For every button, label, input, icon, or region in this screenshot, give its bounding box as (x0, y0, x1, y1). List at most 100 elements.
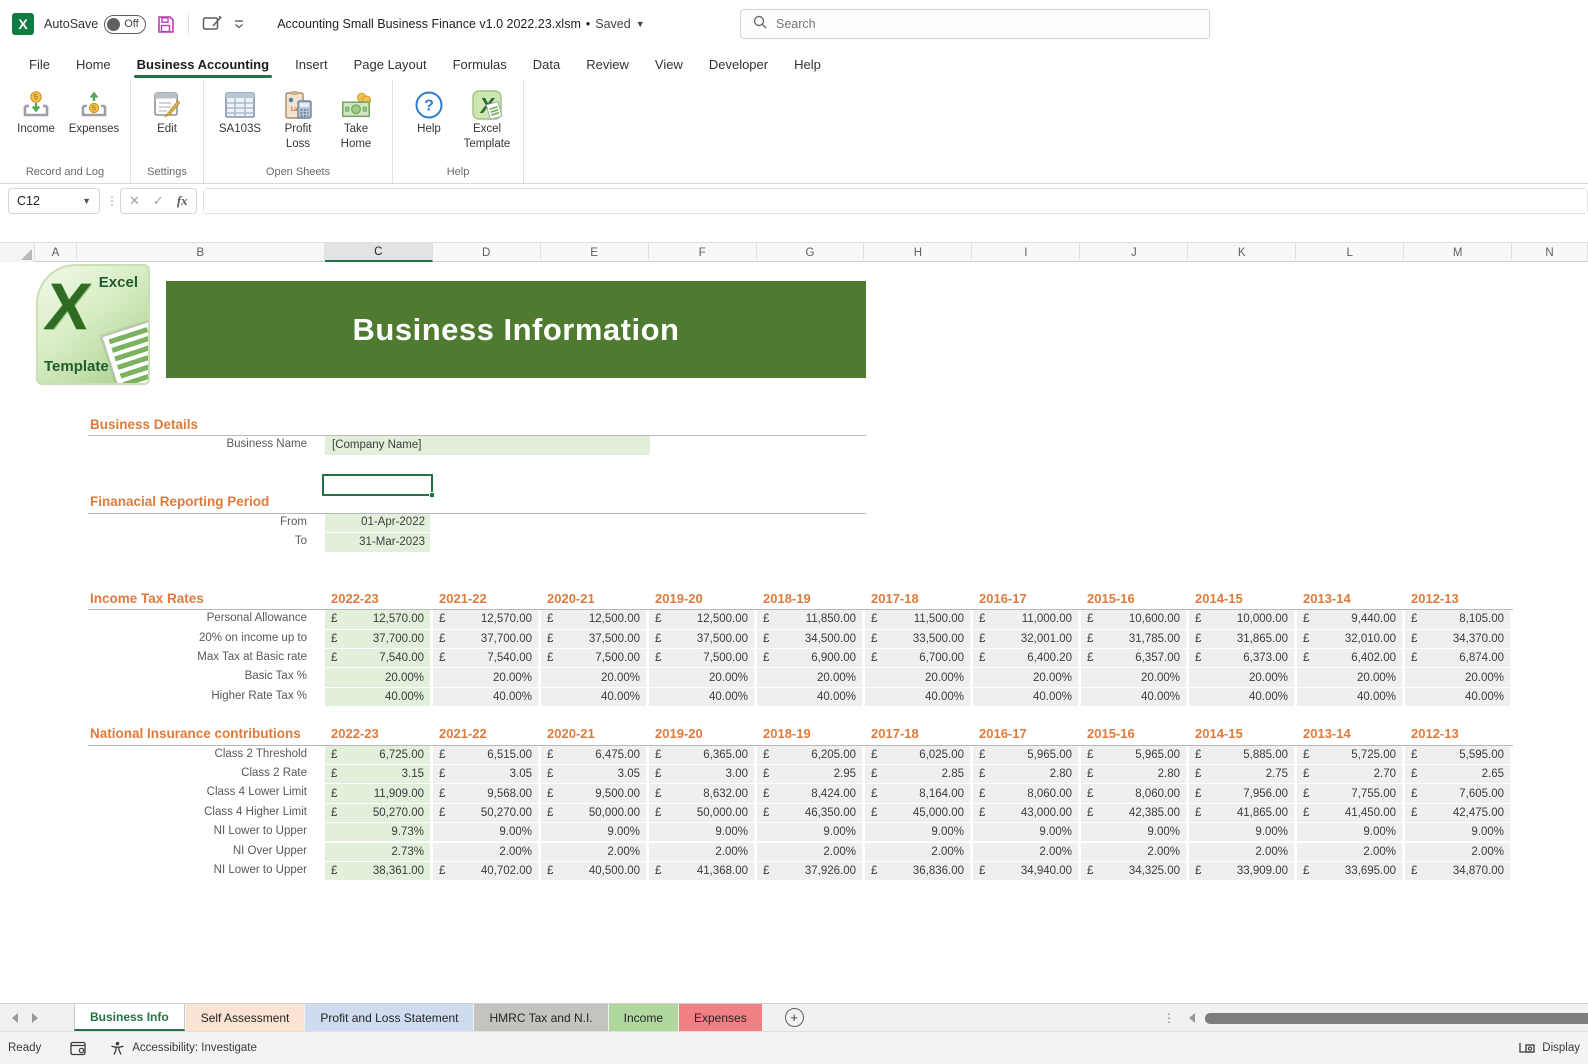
cell[interactable]: £10,600.00 (1081, 610, 1186, 629)
sheet-tab-business-info[interactable]: Business Info (74, 1004, 185, 1031)
cell[interactable]: £36,836.00 (865, 861, 970, 881)
cell[interactable]: £7,605.00 (1405, 784, 1510, 803)
cell[interactable]: £50,270.00 (433, 803, 538, 823)
cell[interactable]: £32,010.00 (1297, 629, 1402, 648)
cell[interactable]: 20.00% (865, 668, 970, 687)
menu-tab-help[interactable]: Help (781, 51, 834, 80)
menu-tab-data[interactable]: Data (520, 51, 573, 80)
cell[interactable]: £6,475.00 (541, 745, 646, 765)
column-header-k[interactable]: K (1188, 243, 1297, 262)
cell[interactable]: £8,105.00 (1405, 610, 1510, 629)
document-title[interactable]: Accounting Small Business Finance v1.0 2… (277, 17, 644, 31)
cell[interactable]: £5,885.00 (1189, 745, 1294, 765)
cell[interactable]: 2.00% (757, 842, 862, 861)
sheet-tab-expenses[interactable]: Expenses (679, 1004, 762, 1031)
cell[interactable]: 20.00% (649, 668, 754, 687)
autosave-switch[interactable]: Off (104, 14, 147, 34)
cell[interactable]: 40.00% (865, 687, 970, 707)
cell[interactable]: £37,500.00 (649, 629, 754, 648)
ribbon-button-edit[interactable]: Edit (139, 84, 195, 156)
cell[interactable]: 40.00% (973, 687, 1078, 707)
accessibility-status[interactable]: Accessibility: Investigate (132, 1042, 257, 1054)
column-header-f[interactable]: F (649, 243, 757, 262)
cell[interactable]: 40.00% (1405, 687, 1510, 707)
column-header-i[interactable]: I (972, 243, 1081, 262)
cell[interactable]: £8,164.00 (865, 784, 970, 803)
column-header-e[interactable]: E (541, 243, 649, 262)
cell[interactable]: £42,385.00 (1081, 803, 1186, 823)
cell[interactable]: £34,370.00 (1405, 629, 1510, 648)
cell[interactable]: £2.95 (757, 765, 862, 784)
cell[interactable]: £40,702.00 (433, 861, 538, 881)
cell[interactable]: 20.00% (1189, 668, 1294, 687)
cell[interactable]: £8,060.00 (973, 784, 1078, 803)
cell[interactable]: £5,725.00 (1297, 745, 1402, 765)
cell[interactable]: 9.00% (973, 823, 1078, 842)
autosave-toggle[interactable]: AutoSave Off (44, 14, 147, 34)
cell[interactable]: 9.00% (757, 823, 862, 842)
ribbon-button-income[interactable]: 5 Income (8, 84, 64, 156)
menu-tab-page-layout[interactable]: Page Layout (341, 51, 440, 80)
cell[interactable]: £37,700.00 (433, 629, 538, 648)
cell[interactable]: £2.85 (865, 765, 970, 784)
cell[interactable]: £11,000.00 (973, 610, 1078, 629)
chevron-down-icon[interactable]: ▼ (82, 196, 91, 206)
cell[interactable]: £11,909.00 (325, 784, 430, 803)
cell[interactable]: £12,500.00 (541, 610, 646, 629)
cell[interactable]: £6,515.00 (433, 745, 538, 765)
cell[interactable]: £40,500.00 (541, 861, 646, 881)
menu-tab-business-accounting[interactable]: Business Accounting (124, 51, 282, 80)
cell[interactable]: 40.00% (433, 687, 538, 707)
column-header-b[interactable]: B (77, 243, 325, 262)
cell[interactable]: 2.00% (973, 842, 1078, 861)
cell[interactable]: 9.00% (649, 823, 754, 842)
menu-tab-developer[interactable]: Developer (696, 51, 781, 80)
cell[interactable]: £31,785.00 (1081, 629, 1186, 648)
menu-tab-view[interactable]: View (642, 51, 696, 80)
select-all-corner[interactable] (0, 243, 35, 262)
cell[interactable]: £6,373.00 (1189, 649, 1294, 668)
cancel-icon[interactable]: ✕ (129, 193, 140, 209)
cell[interactable]: £38,361.00 (325, 861, 430, 881)
cell[interactable]: £2.80 (973, 765, 1078, 784)
cell[interactable]: 9.00% (1405, 823, 1510, 842)
cell[interactable]: £8,424.00 (757, 784, 862, 803)
column-header-a[interactable]: A (35, 243, 77, 262)
cell[interactable]: £10,000.00 (1189, 610, 1294, 629)
cell-period-to[interactable]: 31-Mar-2023 (325, 533, 430, 552)
cell[interactable]: 40.00% (649, 687, 754, 707)
cell[interactable]: £6,400.20 (973, 649, 1078, 668)
cell[interactable]: £46,350.00 (757, 803, 862, 823)
cell[interactable]: 40.00% (757, 687, 862, 707)
ribbon-button-expenses[interactable]: 5 Expenses (66, 84, 122, 156)
cell-period-from[interactable]: 01-Apr-2022 (325, 513, 430, 533)
prev-sheet-icon[interactable] (12, 1012, 18, 1023)
scrollbar-options-icon[interactable]: ⋮ (1163, 1012, 1175, 1024)
cell[interactable]: £9,568.00 (433, 784, 538, 803)
cell[interactable]: 20.00% (973, 668, 1078, 687)
cell[interactable]: £6,205.00 (757, 745, 862, 765)
cell[interactable]: 40.00% (541, 687, 646, 707)
cell[interactable]: 2.00% (433, 842, 538, 861)
cell[interactable]: £50,270.00 (325, 803, 430, 823)
cell[interactable]: £33,500.00 (865, 629, 970, 648)
cell[interactable]: £7,540.00 (433, 649, 538, 668)
cell[interactable]: £42,475.00 (1405, 803, 1510, 823)
next-sheet-icon[interactable] (32, 1012, 38, 1023)
sheet-tab-self-assessment[interactable]: Self Assessment (185, 1004, 305, 1031)
column-header-g[interactable]: G (757, 243, 865, 262)
cell[interactable]: £12,570.00 (325, 610, 430, 629)
cell[interactable]: £33,909.00 (1189, 861, 1294, 881)
ribbon-button-profit-loss[interactable]: 1a Profit Loss (270, 84, 326, 156)
ribbon-button-help[interactable]: ? Help (401, 84, 457, 156)
cell[interactable]: £37,700.00 (325, 629, 430, 648)
save-icon[interactable] (156, 15, 175, 34)
cell[interactable]: £50,000.00 (541, 803, 646, 823)
cell[interactable]: £33,695.00 (1297, 861, 1402, 881)
cell[interactable]: 40.00% (1081, 687, 1186, 707)
cell[interactable]: 40.00% (325, 687, 430, 707)
scroll-left-icon[interactable] (1189, 1013, 1195, 1023)
insert-function-icon[interactable]: fx (177, 193, 188, 209)
column-header-h[interactable]: H (864, 243, 973, 262)
cell[interactable]: £9,500.00 (541, 784, 646, 803)
